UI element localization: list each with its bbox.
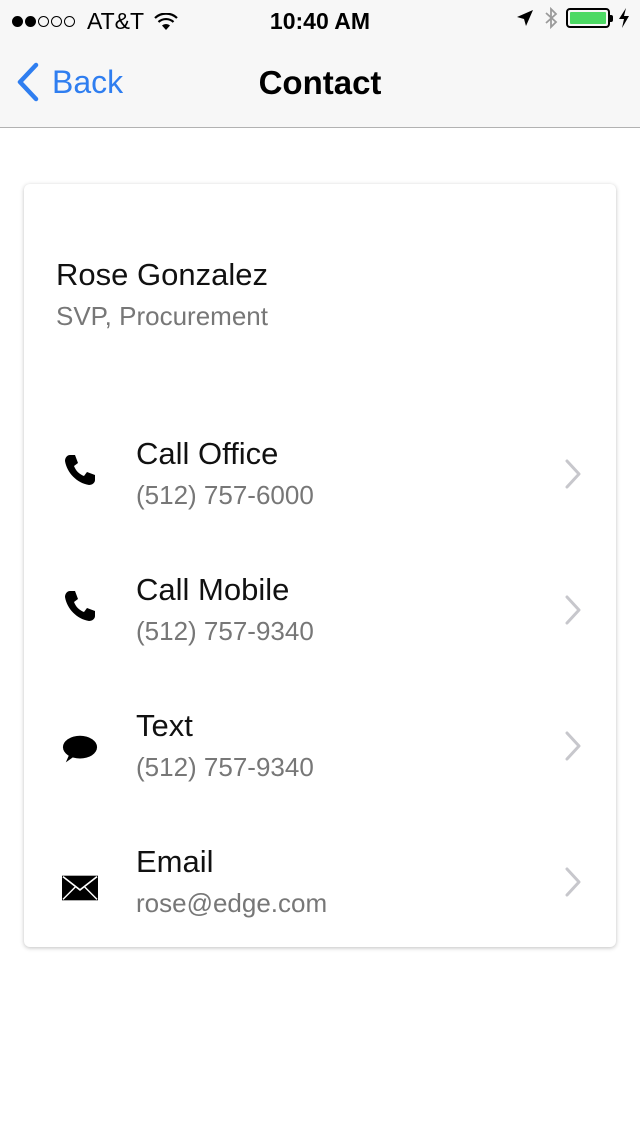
action-value: (512) 757-9340 bbox=[136, 616, 314, 646]
chevron-right-icon bbox=[565, 459, 581, 489]
battery-level bbox=[570, 12, 606, 24]
navigation-bar: Back Contact bbox=[0, 40, 640, 128]
contact-card: Rose Gonzalez SVP, Procurement Call Offi… bbox=[24, 184, 616, 947]
location-arrow-icon bbox=[517, 10, 533, 26]
charging-bolt-icon bbox=[619, 8, 629, 28]
contact-role: SVP, Procurement bbox=[56, 301, 268, 331]
status-bar: AT&T 10:40 AM bbox=[0, 0, 640, 40]
action-value: rose@edge.com bbox=[136, 888, 328, 918]
bluetooth-icon bbox=[545, 7, 558, 29]
phone-icon bbox=[62, 588, 98, 624]
action-call-office[interactable]: Call Office (512) 757-6000 bbox=[24, 436, 616, 556]
chevron-right-icon bbox=[565, 731, 581, 761]
action-value: (512) 757-6000 bbox=[136, 480, 314, 510]
chevron-right-icon bbox=[565, 595, 581, 625]
action-value: (512) 757-9340 bbox=[136, 752, 314, 782]
action-label: Text bbox=[136, 708, 193, 743]
action-email[interactable]: Email rose@edge.com bbox=[24, 844, 616, 964]
battery-icon bbox=[566, 8, 613, 28]
envelope-icon bbox=[62, 870, 98, 906]
message-bubble-icon bbox=[62, 732, 98, 768]
page-title: Contact bbox=[258, 64, 382, 101]
action-label: Call Mobile bbox=[136, 572, 290, 607]
action-label: Email bbox=[136, 844, 214, 879]
chevron-right-icon bbox=[565, 867, 581, 897]
phone-icon bbox=[62, 452, 98, 488]
contact-name: Rose Gonzalez bbox=[56, 257, 268, 292]
action-call-mobile[interactable]: Call Mobile (512) 757-9340 bbox=[24, 572, 616, 692]
action-text[interactable]: Text (512) 757-9340 bbox=[24, 708, 616, 828]
status-right bbox=[516, 7, 630, 29]
action-label: Call Office bbox=[136, 436, 279, 471]
